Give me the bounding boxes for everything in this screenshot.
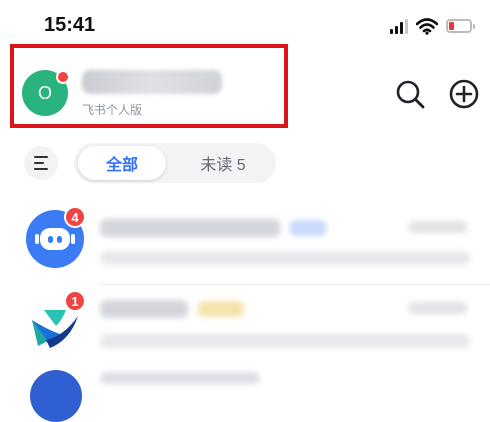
search-icon[interactable] xyxy=(392,76,428,112)
chat-tag-blurred xyxy=(290,220,326,236)
chat-preview-blurred xyxy=(100,251,470,265)
status-time: 15:41 xyxy=(44,14,96,36)
status-icons xyxy=(390,14,475,38)
chat-title-blurred xyxy=(100,372,260,384)
cellular-signal-icon xyxy=(390,18,408,34)
wifi-icon xyxy=(416,17,438,35)
battery-low-icon xyxy=(446,19,475,33)
list-divider xyxy=(98,284,490,285)
tab-all[interactable]: 全部 xyxy=(78,146,166,180)
avatar-status-dot xyxy=(56,70,70,84)
menu-lines-icon[interactable] xyxy=(24,146,58,180)
add-circle-icon[interactable] xyxy=(446,76,482,112)
unread-badge: 1 xyxy=(64,290,86,312)
avatar-letter: O xyxy=(37,82,52,103)
account-subtitle: 飞书个人版 xyxy=(82,103,143,117)
chat-preview-blurred xyxy=(100,334,470,348)
username-blurred[interactable] xyxy=(82,70,222,94)
chat-tag-blurred xyxy=(198,301,244,317)
chat-title-blurred xyxy=(100,219,280,237)
chat-time-blurred xyxy=(408,221,468,233)
chat-title-blurred xyxy=(100,300,188,318)
tab-unread[interactable]: 未读 5 xyxy=(178,146,268,180)
chat-time-blurred xyxy=(408,302,468,314)
unread-badge: 4 xyxy=(64,206,86,228)
